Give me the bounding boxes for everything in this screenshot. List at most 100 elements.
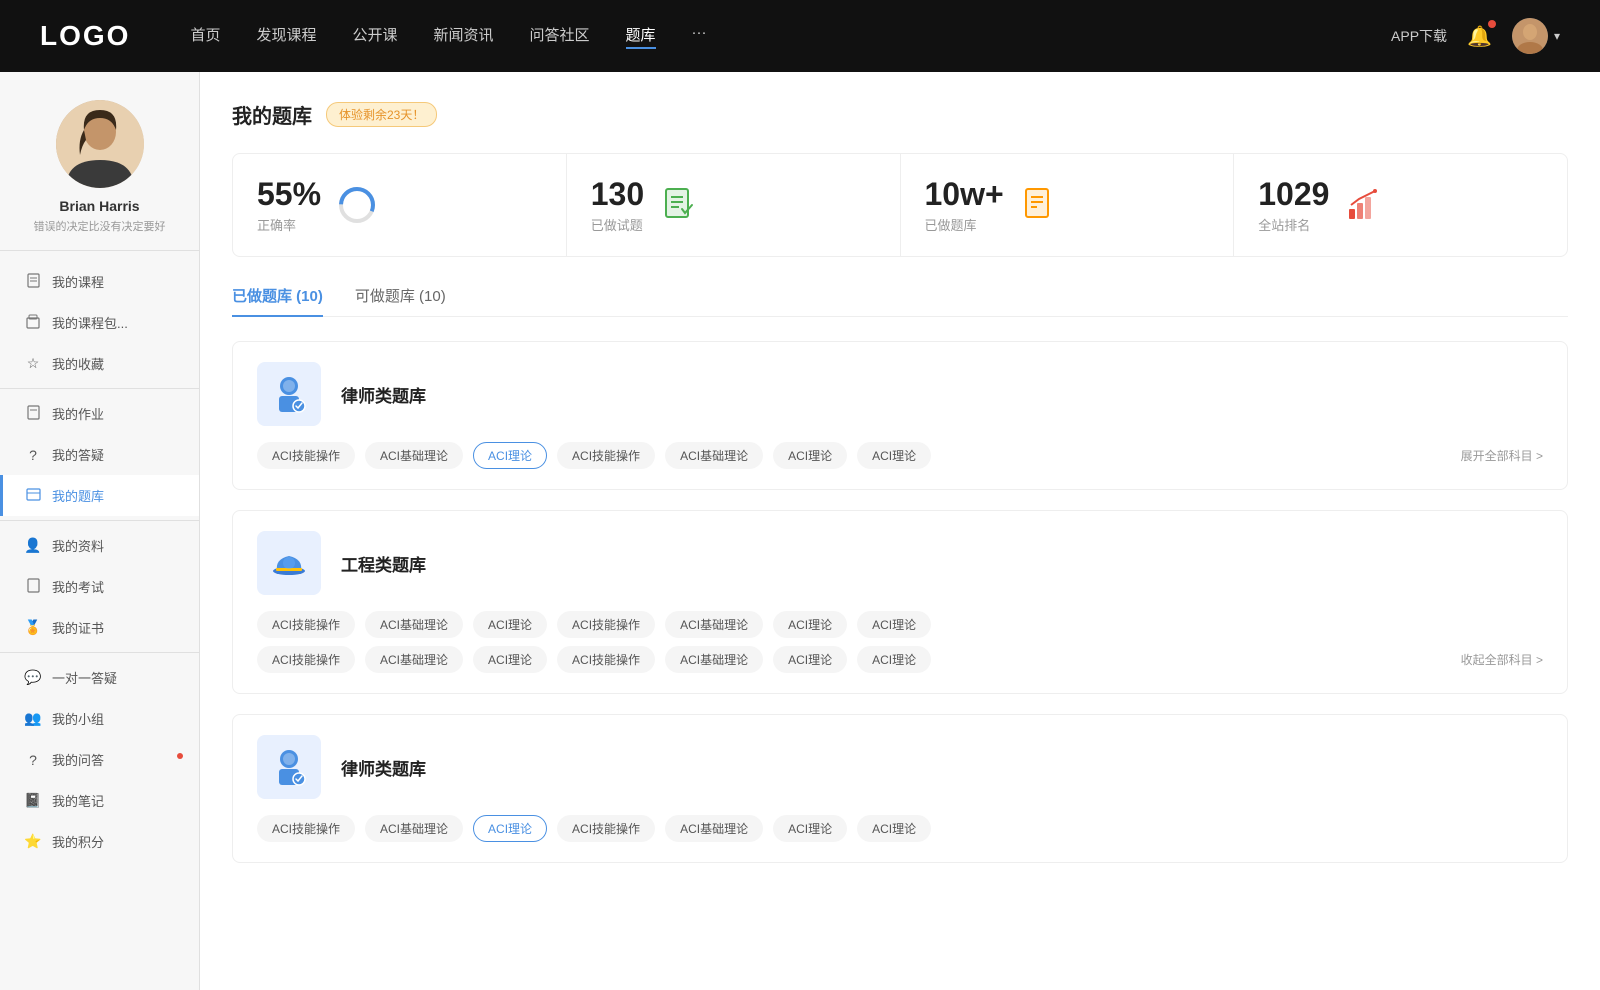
tag[interactable]: ACI技能操作 [557,646,655,673]
app-download-link[interactable]: APP下载 [1391,26,1447,46]
qbank-header-2: 工程类题库 [257,531,1543,595]
tag[interactable]: ACI理论 [473,646,547,673]
my-qa-icon: ? [24,752,42,768]
tag[interactable]: ACI理论 [773,611,847,638]
nav-opencourse[interactable]: 公开课 [352,24,397,49]
done-banks-icon [1020,185,1060,225]
tag[interactable]: ACI理论 [773,815,847,842]
profile-name: Brian Harris [59,198,139,214]
engineer-icon [257,531,321,595]
sidebar-item-one-on-one[interactable]: 💬 一对一答疑 [0,657,199,698]
tab-available[interactable]: 可做题库 (10) [355,285,446,316]
tag[interactable]: ACI技能操作 [257,646,355,673]
qbank-section-3: 律师类题库 ACI技能操作 ACI基础理论 ACI理论 ACI技能操作 ACI基… [232,714,1568,863]
tag[interactable]: ACI理论 [857,442,931,469]
tag[interactable]: ACI技能操作 [257,815,355,842]
tag[interactable]: ACI理论 [857,611,931,638]
sidebar-item-notes[interactable]: 📓 我的笔记 [0,780,199,821]
sidebar-item-homework[interactable]: 我的作业 [0,393,199,434]
sidebar-item-group[interactable]: 👥 我的小组 [0,698,199,739]
tag[interactable]: ACI技能操作 [257,611,355,638]
qbank-section-1: 律师类题库 ACI技能操作 ACI基础理论 ACI理论 ACI技能操作 ACI基… [232,341,1568,490]
sidebar-menu: 我的课程 我的课程包... ☆ 我的收藏 我的作业 ? 我的答 [0,251,199,872]
stat-done-banks: 10w+ 已做题库 [901,154,1235,256]
sidebar-item-qbank[interactable]: 我的题库 [0,475,199,516]
tag[interactable]: ACI基础理论 [365,815,463,842]
nav-qbank[interactable]: 题库 [626,24,656,49]
sidebar-item-qa[interactable]: ? 我的答疑 [0,434,199,475]
sidebar-item-label: 我的题库 [52,486,104,505]
sidebar-item-my-qa[interactable]: ? 我的问答 [0,739,199,780]
navbar-right: APP下载 🔔 ▾ [1391,18,1560,54]
tag[interactable]: ACI理论 [473,815,547,842]
tag[interactable]: ACI基础理论 [365,646,463,673]
tag[interactable]: ACI理论 [857,815,931,842]
course-icon [24,273,42,291]
avatar [1512,18,1548,54]
sidebar-item-favorites[interactable]: ☆ 我的收藏 [0,343,199,384]
chat-icon: 💬 [24,669,42,686]
lawyer-icon-3 [257,735,321,799]
tab-bar: 已做题库 (10) 可做题库 (10) [232,285,1568,317]
tag[interactable]: ACI基础理论 [665,646,763,673]
profile-avatar [56,100,144,188]
coursepack-icon [24,314,42,332]
qbank-title-2: 工程类题库 [341,551,426,576]
collapse-link-2[interactable]: 收起全部科目 > [1461,651,1543,668]
sidebar-item-label: 我的小组 [52,709,104,728]
tag[interactable]: ACI技能操作 [557,815,655,842]
tag[interactable]: ACI基础理论 [365,442,463,469]
nav-news[interactable]: 新闻资讯 [434,24,494,49]
sidebar-item-course-pack[interactable]: 我的课程包... [0,302,199,343]
main-layout: Brian Harris 错误的决定比没有决定要好 我的课程 我的课程包... … [0,72,1600,990]
qbank-title-3: 律师类题库 [341,755,426,780]
tag[interactable]: ACI基础理论 [365,611,463,638]
stat-accuracy: 55% 正确率 [233,154,567,256]
sidebar-item-profile[interactable]: 👤 我的资料 [0,525,199,566]
sidebar-item-label: 我的收藏 [52,354,104,373]
tab-done[interactable]: 已做题库 (10) [232,285,323,316]
sidebar-item-points[interactable]: ⭐ 我的积分 [0,821,199,862]
tag[interactable]: ACI基础理论 [665,442,763,469]
qbank-title-1: 律师类题库 [341,382,426,407]
notification-badge [1488,20,1496,28]
rank-label: 全站排名 [1258,215,1329,234]
nav-home[interactable]: 首页 [190,24,220,49]
nav-qa[interactable]: 问答社区 [530,24,590,49]
nav-more[interactable]: ··· [692,24,707,49]
nav-links: 首页 发现课程 公开课 新闻资讯 问答社区 题库 ··· [190,24,1391,49]
sidebar-item-label: 我的资料 [52,536,104,555]
tag[interactable]: ACI基础理论 [665,815,763,842]
tag[interactable]: ACI理论 [473,611,547,638]
tag[interactable]: ACI理论 [773,442,847,469]
tag[interactable]: ACI基础理论 [665,611,763,638]
nav-discover[interactable]: 发现课程 [256,24,316,49]
star-icon: ☆ [24,355,42,372]
qbank-header-3: 律师类题库 [257,735,1543,799]
sidebar-item-exam[interactable]: 我的考试 [0,566,199,607]
tag[interactable]: ACI技能操作 [257,442,355,469]
divider [0,652,199,653]
tag[interactable]: ACI理论 [473,442,547,469]
rank-value: 1029 [1258,176,1329,213]
tag[interactable]: ACI理论 [773,646,847,673]
notification-bell[interactable]: 🔔 [1467,24,1492,49]
group-icon: 👥 [24,710,42,727]
stat-done-questions: 130 已做试题 [567,154,901,256]
tag[interactable]: ACI技能操作 [557,611,655,638]
tag[interactable]: ACI技能操作 [557,442,655,469]
tag[interactable]: ACI理论 [857,646,931,673]
homework-icon [24,405,42,423]
done-banks-label: 已做题库 [925,215,1004,234]
sidebar-item-label: 一对一答疑 [52,668,117,687]
sidebar-item-label: 我的积分 [52,832,104,851]
user-avatar-menu[interactable]: ▾ [1512,18,1560,54]
expand-link-1[interactable]: 展开全部科目 > [1461,447,1543,464]
sidebar-item-certificate[interactable]: 🏅 我的证书 [0,607,199,648]
lawyer-icon-1 [257,362,321,426]
trial-badge: 体验剩余23天！ [326,102,437,127]
sidebar-item-my-courses[interactable]: 我的课程 [0,261,199,302]
qbank-section-2: 工程类题库 ACI技能操作 ACI基础理论 ACI理论 ACI技能操作 ACI基… [232,510,1568,694]
accuracy-icon [337,185,377,225]
accuracy-label: 正确率 [257,215,321,234]
